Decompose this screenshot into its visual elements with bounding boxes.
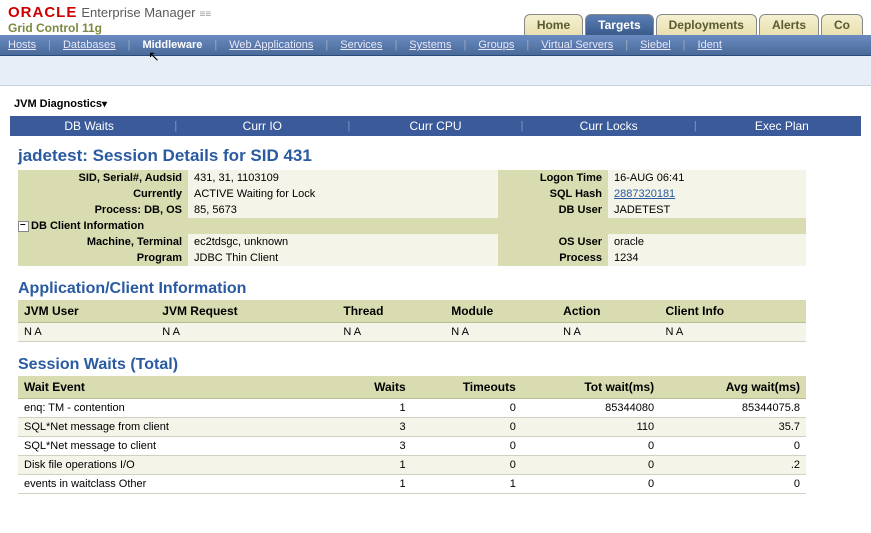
table-row: events in waitclass Other1100	[18, 475, 806, 494]
tab-currio[interactable]: Curr IO	[183, 119, 341, 133]
subnav-databases[interactable]: Databases	[63, 39, 116, 51]
label-sqlhash: SQL Hash	[498, 186, 608, 202]
label-machine: Machine, Terminal	[18, 234, 188, 250]
value-sid: 431, 31, 1103109	[188, 170, 498, 186]
tab-home[interactable]: Home	[524, 14, 583, 35]
col-thread: Thread	[337, 300, 445, 323]
chevron-down-icon: ▾	[102, 99, 107, 110]
cursor-icon: ↖	[148, 48, 160, 64]
tab-co[interactable]: Co	[821, 14, 863, 35]
label-osuser: OS User	[498, 234, 608, 250]
tab-targets[interactable]: Targets	[585, 14, 653, 35]
value-logon: 16-AUG 06:41	[608, 170, 806, 186]
label-dbuser: DB User	[498, 202, 608, 218]
appinfo-table: JVM User JVM Request Thread Module Actio…	[18, 300, 806, 342]
tab-deployments[interactable]: Deployments	[656, 14, 757, 35]
waits-table: Wait Event Waits Timeouts Tot wait(ms) A…	[18, 376, 806, 494]
value-currently: ACTIVE Waiting for Lock	[188, 186, 498, 202]
col-clientinfo: Client Info	[659, 300, 806, 323]
value-machine: ec2tdsgc, unknown	[188, 234, 498, 250]
subnav-hosts[interactable]: Hosts	[8, 39, 36, 51]
collapse-icon[interactable]	[18, 221, 29, 232]
label-logon: Logon Time	[498, 170, 608, 186]
col-avgwait: Avg wait(ms)	[660, 376, 806, 399]
table-row: Disk file operations I/O100.2	[18, 456, 806, 475]
session-info-table: SID, Serial#, Audsid 431, 31, 1103109 Lo…	[18, 170, 806, 266]
sub-nav: Hosts| Databases| Middleware| Web Applic…	[0, 35, 871, 56]
col-totwait: Tot wait(ms)	[522, 376, 660, 399]
sqlhash-link[interactable]: 2887320181	[614, 188, 675, 200]
subnav-ident[interactable]: Ident	[698, 39, 722, 51]
tab-dbwaits[interactable]: DB Waits	[10, 119, 168, 133]
table-row: SQL*Net message from client3011035.7	[18, 418, 806, 437]
appinfo-title: Application/Client Information	[18, 280, 861, 298]
col-module: Module	[445, 300, 557, 323]
subnav-services[interactable]: Services	[340, 39, 382, 51]
subnav-systems[interactable]: Systems	[409, 39, 451, 51]
waits-title: Session Waits (Total)	[18, 356, 861, 374]
jvm-diagnostics-title[interactable]: JVM Diagnostics▾	[14, 94, 861, 112]
value-dbuser: JADETEST	[608, 202, 806, 218]
label-process2: Process	[498, 250, 608, 266]
subnav-groups[interactable]: Groups	[478, 39, 514, 51]
table-row: enq: TM - contention108534408085344075.8	[18, 399, 806, 418]
subnav-siebel[interactable]: Siebel	[640, 39, 671, 51]
value-process: 85, 5673	[188, 202, 498, 218]
value-program: JDBC Thin Client	[188, 250, 498, 266]
tab-alerts[interactable]: Alerts	[759, 14, 819, 35]
brand-suffix: Enterprise Manager	[81, 5, 195, 20]
decor: ≡≡	[200, 9, 212, 20]
col-action: Action	[557, 300, 659, 323]
tab-currcpu[interactable]: Curr CPU	[356, 119, 514, 133]
tab-currlocks[interactable]: Curr Locks	[530, 119, 688, 133]
label-sid: SID, Serial#, Audsid	[18, 170, 188, 186]
grid-control-label: Grid Control 11g	[8, 21, 211, 35]
table-row: N A N A N A N A N A N A	[18, 323, 806, 342]
label-currently: Currently	[18, 186, 188, 202]
col-jvmreq: JVM Request	[156, 300, 337, 323]
col-waits: Waits	[338, 376, 412, 399]
label-program: Program	[18, 250, 188, 266]
subnav-vservers[interactable]: Virtual Servers	[541, 39, 613, 51]
client-info-header: DB Client Information	[31, 220, 144, 232]
col-waitevent: Wait Event	[18, 376, 338, 399]
col-timeouts: Timeouts	[412, 376, 522, 399]
value-osuser: oracle	[608, 234, 806, 250]
tab-execplan[interactable]: Exec Plan	[703, 119, 861, 133]
value-process2: 1234	[608, 250, 806, 266]
col-jvmuser: JVM User	[18, 300, 156, 323]
subnav-webapps[interactable]: Web Applications	[229, 39, 313, 51]
top-tabs: Home Targets Deployments Alerts Co	[524, 14, 863, 35]
diagnostic-tabs: DB Waits| Curr IO| Curr CPU| Curr Locks|…	[10, 116, 861, 136]
label-process: Process: DB, OS	[18, 202, 188, 218]
oracle-logo: ORACLE	[8, 4, 77, 21]
table-row: SQL*Net message to client3000	[18, 437, 806, 456]
page-title: jadetest: Session Details for SID 431	[18, 146, 861, 166]
